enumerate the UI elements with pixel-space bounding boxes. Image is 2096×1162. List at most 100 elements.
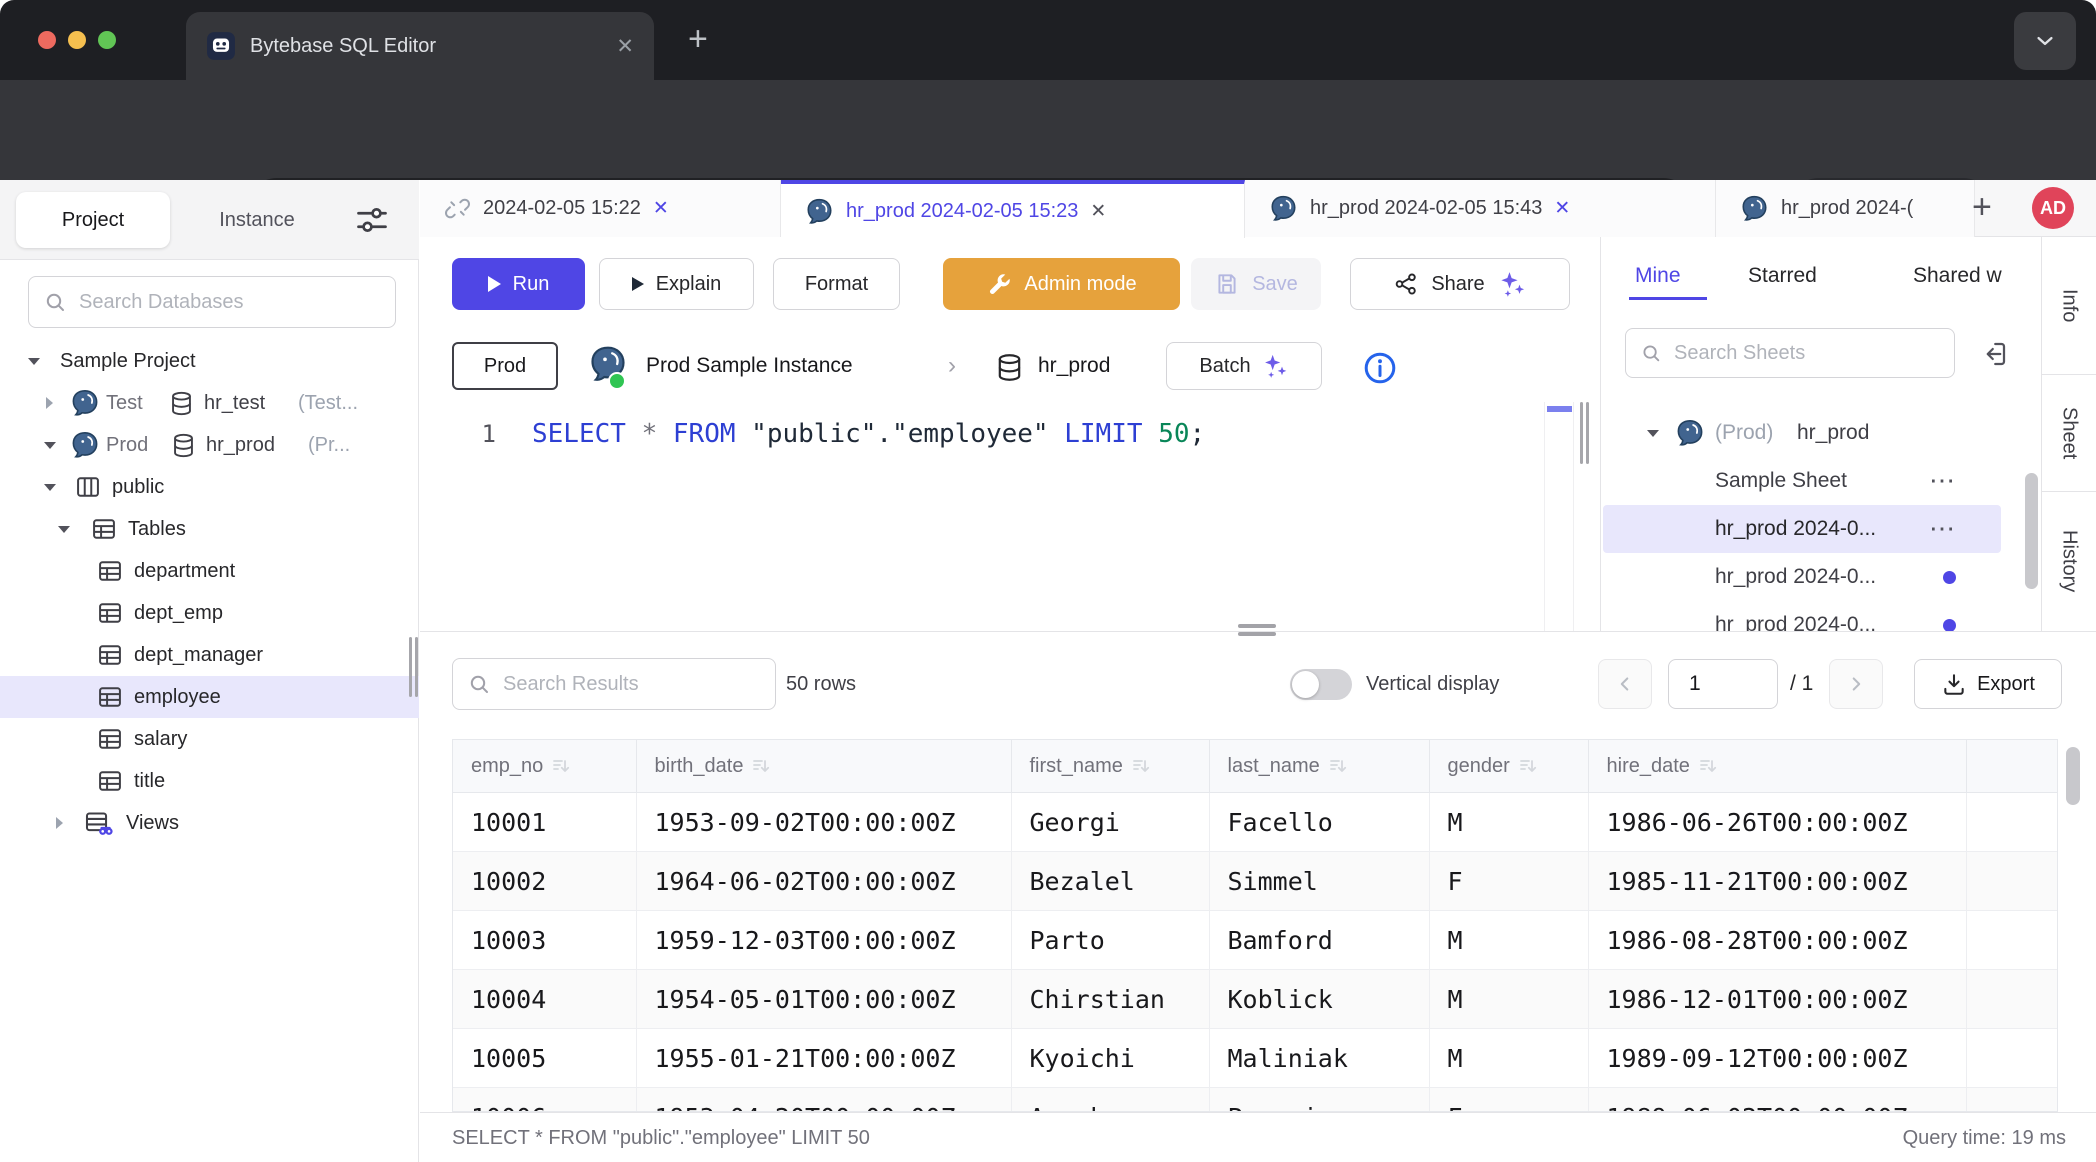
table-row[interactable]: 100011953-09-02T00:00:00ZGeorgiFacelloM1… <box>453 793 2057 852</box>
tree-item-hr-prod[interactable]: Prod hr_prod (Pr... <box>0 424 419 466</box>
tab-close-icon[interactable]: ✕ <box>616 34 634 59</box>
results-search[interactable] <box>452 658 776 710</box>
sort-icon[interactable] <box>751 756 771 776</box>
format-button[interactable]: Format <box>773 258 900 310</box>
ai-sparkles-icon[interactable] <box>1497 269 1527 299</box>
tab-shared[interactable]: Shared w <box>1913 261 2002 291</box>
sheet-item-selected[interactable]: hr_prod 2024-0... ⋯ <box>1601 505 2041 553</box>
sidebar-resize-handle[interactable] <box>415 637 418 697</box>
sort-icon[interactable] <box>1328 756 1348 776</box>
cell[interactable]: 1953-04-20T00:00:00Z <box>636 1088 1011 1113</box>
tree-item-views-group[interactable]: Views <box>0 802 419 844</box>
cell[interactable]: 1954-05-01T00:00:00Z <box>636 970 1011 1029</box>
column-header[interactable]: emp_no <box>453 740 636 793</box>
chevron-right-icon[interactable] <box>46 397 53 409</box>
share-button[interactable]: Share <box>1350 258 1570 310</box>
editor-tab-4[interactable]: hr_prod 2024-( <box>1716 180 1975 237</box>
save-button[interactable]: Save <box>1191 258 1321 310</box>
page-number-input[interactable] <box>1668 659 1778 709</box>
cell[interactable]: M <box>1429 970 1588 1029</box>
scrollbar-thumb[interactable] <box>2025 473 2038 589</box>
database-search-input[interactable] <box>77 290 381 315</box>
editor-tab-2-active[interactable]: hr_prod 2024-02-05 15:23 ✕ <box>781 180 1245 238</box>
breadcrumb-database[interactable]: hr_prod <box>1038 340 1110 392</box>
sheet-search-input[interactable] <box>1672 341 1940 366</box>
cell[interactable]: Georgi <box>1011 793 1209 852</box>
browser-tab[interactable]: Bytebase SQL Editor ✕ <box>186 12 654 80</box>
cell[interactable]: 1955-01-21T00:00:00Z <box>636 1029 1011 1088</box>
side-tab-sheet[interactable]: Sheet <box>2042 375 2096 492</box>
window-minimize-button[interactable] <box>68 31 86 49</box>
panel-resize-handle[interactable] <box>1586 402 1589 464</box>
cell[interactable]: Bamford <box>1209 911 1429 970</box>
more-menu-icon[interactable]: ⋯ <box>1929 457 1955 505</box>
chevron-down-icon[interactable] <box>28 358 40 365</box>
cell[interactable]: F <box>1429 852 1588 911</box>
sheet-group-hr-prod[interactable]: (Prod) hr_prod <box>1601 409 2041 457</box>
new-tab-button[interactable]: + <box>688 22 708 56</box>
explain-button[interactable]: Explain <box>599 258 754 310</box>
tree-item-table-department[interactable]: department <box>0 550 419 592</box>
cell[interactable]: M <box>1429 1029 1588 1088</box>
chevron-down-icon[interactable] <box>44 484 56 491</box>
column-header[interactable]: first_name <box>1011 740 1209 793</box>
cell[interactable]: 10005 <box>453 1029 636 1088</box>
cell[interactable]: Anneke <box>1011 1088 1209 1113</box>
table-row[interactable]: 100021964-06-02T00:00:00ZBezalelSimmelF1… <box>453 852 2057 911</box>
cell[interactable]: Bezalel <box>1011 852 1209 911</box>
tab-starred[interactable]: Starred <box>1748 261 1817 291</box>
tree-item-hr-test[interactable]: Test hr_test (Test... <box>0 382 419 424</box>
sort-icon[interactable] <box>1518 756 1538 776</box>
side-tab-history[interactable]: History <box>2042 492 2096 631</box>
table-scrollbar-thumb[interactable] <box>2066 747 2080 805</box>
cell[interactable]: Simmel <box>1209 852 1429 911</box>
column-header[interactable]: hire_date <box>1588 740 1966 793</box>
sheet-search[interactable] <box>1625 328 1955 378</box>
table-row[interactable]: 100041954-05-01T00:00:00ZChirstianKoblic… <box>453 970 2057 1029</box>
cell[interactable]: Koblick <box>1209 970 1429 1029</box>
chevron-right-icon[interactable] <box>56 817 63 829</box>
cell[interactable]: M <box>1429 793 1588 852</box>
cell[interactable]: Facello <box>1209 793 1429 852</box>
tab-instance[interactable]: Instance <box>182 192 332 248</box>
splitter-handle[interactable] <box>1238 624 1276 628</box>
tree-item-table-dept-manager[interactable]: dept_manager <box>0 634 419 676</box>
tab-mine[interactable]: Mine <box>1635 261 1681 291</box>
sort-icon[interactable] <box>1698 756 1718 776</box>
sheet-item[interactable]: hr_prod 2024-0... <box>1601 553 2041 601</box>
tree-item-schema-public[interactable]: public <box>0 466 419 508</box>
table-row[interactable]: 100031959-12-03T00:00:00ZPartoBamfordM19… <box>453 911 2057 970</box>
results-table[interactable]: emp_no birth_date first_name last_name g… <box>452 739 2058 1112</box>
cell[interactable]: 10002 <box>453 852 636 911</box>
tree-item-table-salary[interactable]: salary <box>0 718 419 760</box>
new-sheet-tab-button[interactable]: + <box>1972 188 1992 227</box>
sheet-item[interactable]: hr_prod 2024-0... <box>1601 601 2041 631</box>
cell[interactable]: 1964-06-02T00:00:00Z <box>636 852 1011 911</box>
cell[interactable]: 10004 <box>453 970 636 1029</box>
tree-item-table-title[interactable]: title <box>0 760 419 802</box>
cell[interactable]: 1985-11-21T00:00:00Z <box>1588 852 1966 911</box>
tab-project[interactable]: Project <box>16 192 170 248</box>
editor-tab-3[interactable]: hr_prod 2024-02-05 15:43 ✕ <box>1245 180 1716 237</box>
tree-item-sample-project[interactable]: Sample Project <box>0 340 419 382</box>
filter-sliders-icon[interactable] <box>354 202 390 243</box>
cell[interactable]: 10001 <box>453 793 636 852</box>
cell[interactable]: F <box>1429 1088 1588 1113</box>
cell[interactable]: 1986-06-26T00:00:00Z <box>1588 793 1966 852</box>
tree-item-table-employee[interactable]: employee <box>0 676 419 718</box>
cell[interactable]: Preusig <box>1209 1088 1429 1113</box>
window-close-button[interactable] <box>38 31 56 49</box>
editor-minimap[interactable] <box>1544 402 1574 631</box>
cell[interactable]: 1989-06-02T00:00:00Z <box>1588 1088 1966 1113</box>
column-header[interactable]: last_name <box>1209 740 1429 793</box>
cell[interactable]: 1959-12-03T00:00:00Z <box>636 911 1011 970</box>
close-icon[interactable]: ✕ <box>1554 197 1570 220</box>
next-page-button[interactable] <box>1829 659 1883 709</box>
close-icon[interactable]: ✕ <box>1090 200 1106 223</box>
splitter-handle[interactable] <box>1238 632 1276 636</box>
cell[interactable]: 1986-08-28T00:00:00Z <box>1588 911 1966 970</box>
window-zoom-button[interactable] <box>98 31 116 49</box>
cell[interactable]: 1989-09-12T00:00:00Z <box>1588 1029 1966 1088</box>
table-row[interactable]: 100051955-01-21T00:00:00ZKyoichiMaliniak… <box>453 1029 2057 1088</box>
batch-button[interactable]: Batch <box>1166 342 1322 390</box>
